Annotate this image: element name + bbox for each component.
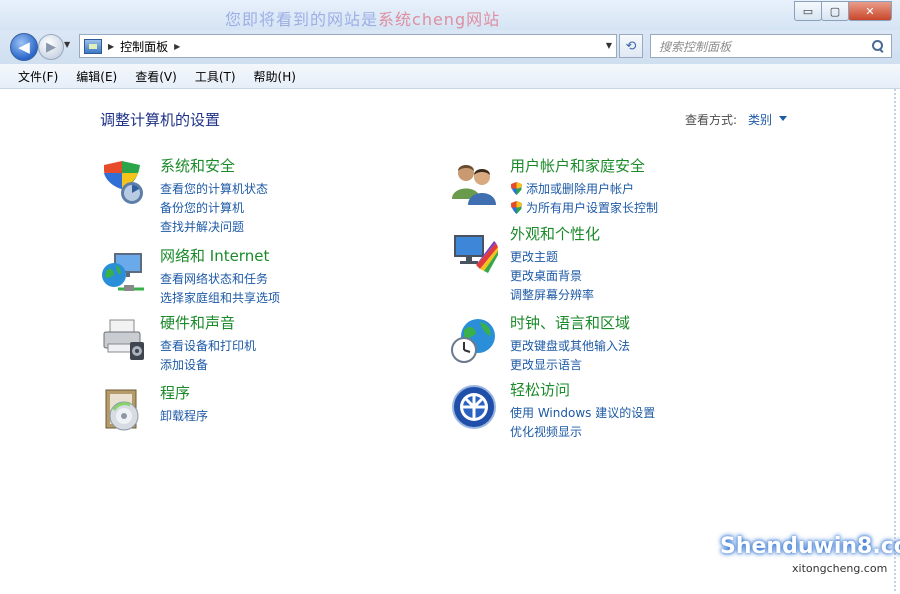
appearance-icon[interactable] [450, 227, 498, 275]
search-input[interactable]: 搜索控制面板 [650, 34, 892, 58]
category-title[interactable]: 时钟、语言和区域 [510, 312, 630, 333]
address-bar[interactable]: ▶ 控制面板 ▶ ▼ [79, 34, 617, 58]
menu-help[interactable]: 帮助(H) [244, 68, 304, 85]
task-link-text[interactable]: 添加或删除用户帐户 [526, 180, 634, 197]
watermark-banner-text: 您即将看到的网站是 [225, 10, 379, 29]
watermark-banner-site: 系统cheng网站 [378, 10, 501, 29]
uac-shield-icon [511, 201, 522, 214]
breadcrumb-separator-icon[interactable]: ▶ [174, 42, 180, 51]
close-icon: ✕ [865, 4, 875, 18]
maximize-button[interactable]: ▢ [821, 1, 849, 21]
programs-icon[interactable] [100, 386, 148, 434]
window-controls: ▭ ▢ ✕ [794, 1, 892, 21]
task-link[interactable]: 更改桌面背景 [510, 266, 594, 285]
site-watermark-logo: Shenduwin8.com xitongcheng.com [720, 534, 900, 594]
category-title[interactable]: 轻松访问 [510, 379, 570, 400]
minimize-button[interactable]: ▭ [794, 1, 822, 21]
ease-of-access-icon[interactable] [450, 383, 498, 431]
search-placeholder: 搜索控制面板 [659, 39, 732, 54]
category-title[interactable]: 系统和安全 [160, 155, 235, 176]
hardware-sound-icon[interactable] [100, 316, 148, 364]
category-links: 查看您的计算机状态 备份您的计算机 查找并解决问题 [160, 179, 268, 236]
recent-pages-button[interactable]: ▼ [64, 40, 70, 49]
view-by-dropdown[interactable]: 类别 [748, 111, 772, 128]
task-link[interactable]: 为所有用户设置家长控制 [510, 198, 658, 217]
category-links: 添加或删除用户帐户 为所有用户设置家长控制 [510, 179, 658, 217]
menu-edit[interactable]: 编辑(E) [66, 68, 125, 85]
navigation-bar: ◀ ▶ ▼ ▶ 控制面板 ▶ ▼ ⟲ 搜索控制面板 [0, 30, 900, 64]
main-content: 调整计算机的设置 查看方式: 类别 系统和安全 查看您的计算机状态 备份您的计算… [0, 89, 900, 591]
category-title[interactable]: 程序 [160, 382, 190, 403]
category-links: 更改键盘或其他输入法 更改显示语言 [510, 336, 630, 374]
menu-tools[interactable]: 工具(T) [185, 68, 244, 85]
close-button[interactable]: ✕ [848, 1, 892, 21]
control-panel-icon [84, 38, 102, 54]
search-icon[interactable] [871, 39, 885, 53]
category-links: 使用 Windows 建议的设置 优化视频显示 [510, 403, 655, 441]
task-link[interactable]: 备份您的计算机 [160, 198, 268, 217]
category-links: 卸载程序 [160, 406, 208, 425]
watermark-banner: 您即将看到的网站是系统cheng网站 [225, 6, 500, 30]
maximize-icon: ▢ [829, 4, 841, 18]
task-link[interactable]: 选择家庭组和共享选项 [160, 288, 280, 307]
watermark-line2: xitongcheng.com [792, 562, 888, 575]
task-link[interactable]: 查找并解决问题 [160, 217, 268, 236]
category-links: 查看网络状态和任务 选择家庭组和共享选项 [160, 269, 280, 307]
refresh-icon: ⟲ [625, 38, 637, 54]
task-link[interactable]: 更改键盘或其他输入法 [510, 336, 630, 355]
watermark-line1: Shenduwin8.com [720, 534, 900, 559]
breadcrumb-separator-icon[interactable]: ▶ [108, 42, 114, 51]
address-dropdown-icon[interactable]: ▼ [606, 41, 612, 50]
network-internet-icon[interactable] [100, 249, 148, 297]
refresh-button[interactable]: ⟲ [619, 34, 643, 58]
category-title[interactable]: 用户帐户和家庭安全 [510, 155, 645, 176]
menu-view[interactable]: 查看(V) [125, 68, 185, 85]
category-links: 更改主题 更改桌面背景 调整屏幕分辨率 [510, 247, 594, 304]
user-accounts-icon[interactable] [450, 159, 498, 207]
task-link[interactable]: 添加或删除用户帐户 [510, 179, 658, 198]
task-link[interactable]: 使用 Windows 建议的设置 [510, 403, 655, 422]
task-link[interactable]: 更改显示语言 [510, 355, 630, 374]
task-link-text[interactable]: 为所有用户设置家长控制 [526, 199, 658, 216]
menu-bar: 文件(F) 编辑(E) 查看(V) 工具(T) 帮助(H) [0, 64, 900, 89]
task-link[interactable]: 查看您的计算机状态 [160, 179, 268, 198]
task-link[interactable]: 卸载程序 [160, 406, 208, 425]
scrollbar-edge [894, 89, 896, 591]
page-title: 调整计算机的设置 [100, 111, 221, 129]
back-button[interactable]: ◀ [10, 33, 38, 61]
task-link[interactable]: 更改主题 [510, 247, 594, 266]
task-link[interactable]: 添加设备 [160, 355, 256, 374]
category-title[interactable]: 外观和个性化 [510, 223, 600, 244]
chevron-down-icon: ▼ [64, 40, 71, 49]
uac-shield-icon [511, 182, 522, 195]
task-link[interactable]: 查看设备和打印机 [160, 336, 256, 355]
task-link[interactable]: 调整屏幕分辨率 [510, 285, 594, 304]
clock-language-icon[interactable] [450, 316, 498, 364]
task-link[interactable]: 优化视频显示 [510, 422, 655, 441]
arrow-left-icon: ◀ [18, 38, 30, 56]
category-title[interactable]: 硬件和声音 [160, 312, 235, 333]
system-security-icon[interactable] [100, 159, 148, 207]
view-by-label: 查看方式: [685, 113, 738, 127]
title-bar: 您即将看到的网站是系统cheng网站 ▭ ▢ ✕ [0, 0, 900, 30]
category-links: 查看设备和打印机 添加设备 [160, 336, 256, 374]
breadcrumb-control-panel[interactable]: 控制面板 [120, 38, 168, 55]
forward-button[interactable]: ▶ [38, 34, 64, 60]
task-link[interactable]: 查看网络状态和任务 [160, 269, 280, 288]
chevron-down-icon[interactable] [779, 116, 787, 121]
category-title[interactable]: 网络和 Internet [160, 245, 269, 266]
minimize-icon: ▭ [802, 4, 814, 18]
menu-file[interactable]: 文件(F) [0, 68, 66, 85]
arrow-right-icon: ▶ [46, 39, 56, 55]
